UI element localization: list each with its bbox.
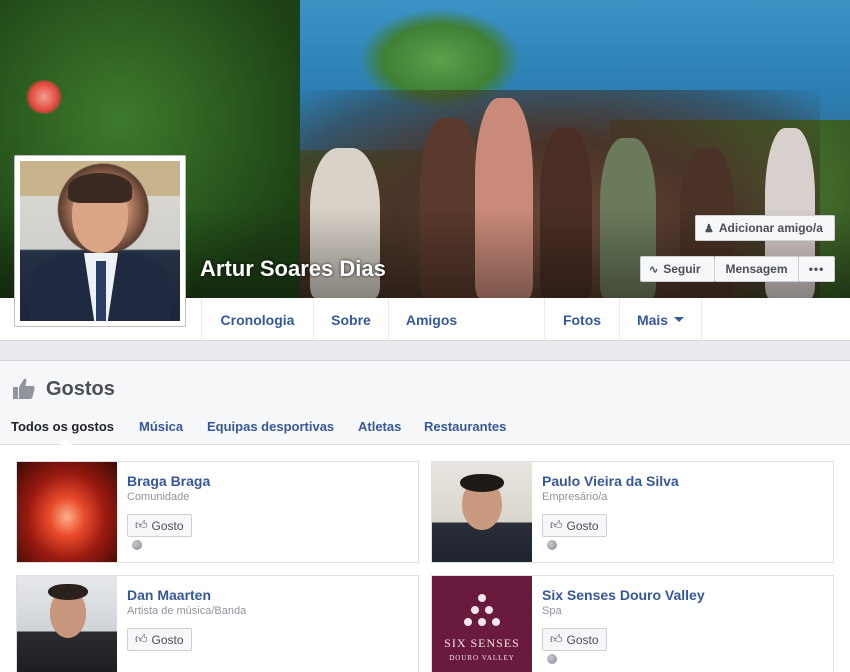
- like-button-label: Gosto: [151, 632, 184, 647]
- logo-dot: [478, 618, 486, 626]
- like-card: Braga Braga Comunidade 👍︎ Gosto: [16, 461, 419, 563]
- globe-icon: [547, 540, 557, 550]
- add-friend-icon: ♟: [704, 222, 714, 235]
- thumbs-up-icon: 👍︎: [550, 518, 563, 532]
- globe-icon: [132, 540, 142, 550]
- tab-label: Mais: [636, 311, 669, 328]
- logo-dot: [464, 618, 472, 626]
- logo-dot: [471, 606, 479, 614]
- cover-flower: [24, 80, 64, 114]
- tab-spacer: [474, 298, 544, 341]
- add-friend-button[interactable]: ♟ Adicionar amigo/a: [695, 215, 835, 241]
- avatar: [20, 161, 180, 321]
- page-category: Artista de música/Banda: [127, 605, 247, 617]
- tab-sobre[interactable]: Sobre: [313, 298, 388, 341]
- page-category: Comunidade: [127, 491, 190, 503]
- like-button[interactable]: 👍︎ Gosto: [542, 628, 607, 651]
- page-category: Empresário/a: [542, 491, 608, 503]
- thumbs-up-icon: 👍︎: [135, 632, 148, 646]
- profile-picture[interactable]: [14, 155, 186, 327]
- like-button-label: Gosto: [566, 632, 599, 647]
- tab-label: Fotos: [562, 311, 602, 328]
- subtab-restaurants[interactable]: Restaurantes: [424, 419, 506, 434]
- avatar-tie: [96, 261, 106, 321]
- message-label: Mensagem: [725, 262, 788, 276]
- like-button[interactable]: 👍︎ Gosto: [127, 628, 192, 651]
- add-friend-label: Adicionar amigo/a: [718, 221, 823, 235]
- follow-label: Seguir: [663, 262, 701, 276]
- likes-section: Gostos Todos os gostos Música Equipas de…: [0, 360, 850, 672]
- tab-label: Sobre: [331, 311, 371, 328]
- page-name-link[interactable]: Dan Maarten: [127, 587, 211, 603]
- more-options-button[interactable]: •••: [798, 256, 835, 282]
- portrait-hair: [48, 584, 88, 600]
- portrait-hair: [460, 474, 504, 492]
- page-category: Spa: [542, 605, 562, 617]
- tab-label: Cronologia: [220, 311, 295, 328]
- logo-dot: [492, 618, 500, 626]
- tab-cronologia[interactable]: Cronologia: [201, 298, 313, 341]
- follow-button[interactable]: ∿ Seguir: [640, 256, 715, 282]
- logo-dot: [478, 594, 486, 602]
- like-card: Dan Maarten Artista de música/Banda 👍︎ G…: [16, 575, 419, 672]
- subtab-music[interactable]: Música: [139, 419, 183, 434]
- likes-title: Gostos: [46, 378, 115, 400]
- globe-icon: [547, 654, 557, 664]
- tab-fotos[interactable]: Fotos: [544, 298, 619, 341]
- profile-name[interactable]: Artur Soares Dias: [200, 256, 386, 282]
- page-thumbnail[interactable]: [17, 462, 117, 562]
- page-thumbnail[interactable]: SIX SENSES DOURO VALLEY: [432, 576, 532, 672]
- like-button[interactable]: 👍︎ Gosto: [542, 514, 607, 537]
- logo-dot: [485, 606, 493, 614]
- thumbs-up-icon: 👍︎: [135, 518, 148, 532]
- page-thumbnail[interactable]: [432, 462, 532, 562]
- thumbs-up-icon: [13, 378, 35, 399]
- tab-label: Amigos: [405, 311, 458, 328]
- subtab-all-likes[interactable]: Todos os gostos: [11, 419, 114, 434]
- active-subtab-pointer: [59, 438, 73, 445]
- subtab-athletes[interactable]: Atletas: [358, 419, 401, 434]
- page-name-link[interactable]: Braga Braga: [127, 473, 210, 489]
- tab-amigos[interactable]: Amigos: [388, 298, 474, 341]
- page-thumbnail[interactable]: [17, 576, 117, 672]
- subtab-sports-teams[interactable]: Equipas desportivas: [207, 419, 334, 434]
- tab-mais[interactable]: Mais: [619, 298, 702, 341]
- thumbs-up-icon: 👍︎: [550, 632, 563, 646]
- logo-text: SIX SENSES: [444, 636, 520, 650]
- page-name-link[interactable]: Paulo Vieira da Silva: [542, 473, 679, 489]
- page-name-link[interactable]: Six Senses Douro Valley: [542, 587, 705, 603]
- message-button[interactable]: Mensagem: [714, 256, 799, 282]
- like-card: Paulo Vieira da Silva Empresário/a 👍︎ Go…: [431, 461, 834, 563]
- like-button[interactable]: 👍︎ Gosto: [127, 514, 192, 537]
- like-button-label: Gosto: [151, 518, 184, 533]
- more-options-icon: •••: [808, 262, 825, 276]
- logo-subtext: DOURO VALLEY: [449, 654, 515, 662]
- like-card: SIX SENSES DOURO VALLEY Six Senses Douro…: [431, 575, 834, 672]
- chevron-down-icon: [674, 317, 685, 322]
- like-button-label: Gosto: [566, 518, 599, 533]
- rss-icon: ∿: [649, 263, 659, 276]
- avatar-hair: [68, 173, 132, 203]
- likes-header: Gostos Todos os gostos Música Equipas de…: [0, 361, 850, 445]
